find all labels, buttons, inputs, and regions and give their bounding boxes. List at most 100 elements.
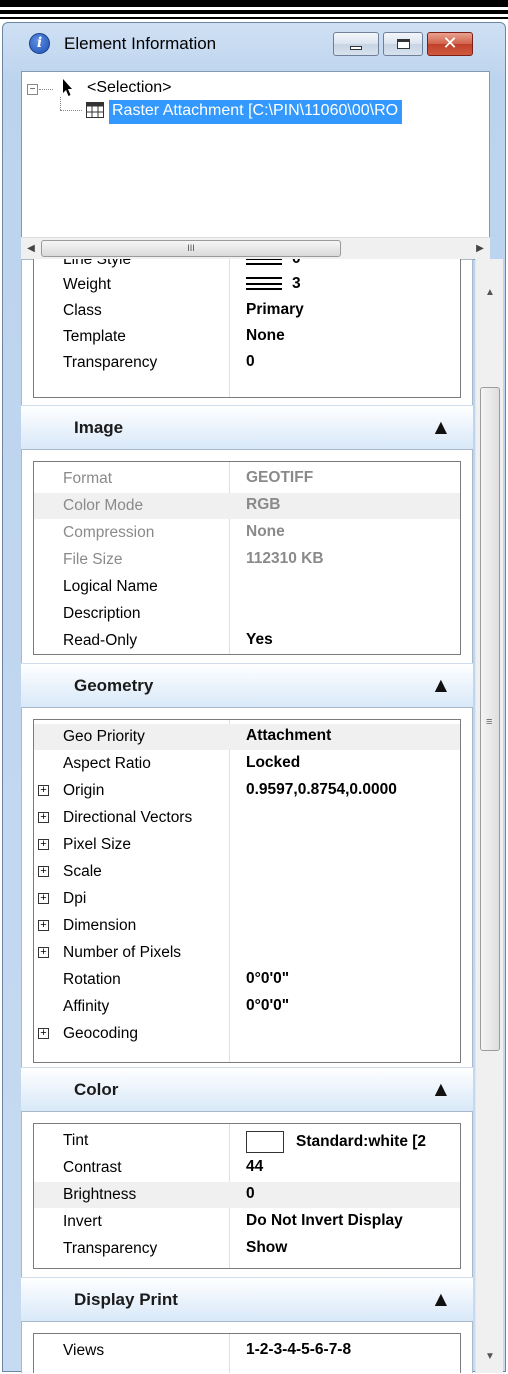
title-bar[interactable]: i Element Information ✕ bbox=[3, 23, 505, 65]
scroll-up-icon[interactable]: ▲ bbox=[476, 287, 504, 307]
property-row-transparency[interactable]: Transparency 0 bbox=[34, 350, 460, 376]
plus-box-icon[interactable]: + bbox=[38, 893, 49, 904]
property-row-color-mode[interactable]: Color Mode RGB bbox=[34, 493, 460, 519]
color-section-header[interactable]: Color ▲ bbox=[21, 1067, 473, 1111]
properties-pane: Line Style 0 Weight 3 Class Primary Temp… bbox=[21, 259, 473, 1373]
maximize-button[interactable] bbox=[383, 32, 423, 56]
scroll-right-icon[interactable]: ▶ bbox=[470, 238, 490, 260]
display-print-card: Views 1-2-3-4-5-6-7-8 bbox=[21, 1321, 473, 1373]
property-value: 3 bbox=[246, 275, 301, 293]
property-key: Class bbox=[63, 302, 102, 319]
horizontal-scroll-thumb[interactable]: III bbox=[41, 240, 341, 257]
color-properties: Tint Standard:white [2 Contrast 44 Brightn… bbox=[33, 1123, 461, 1269]
tree-horizontal-scrollbar[interactable]: ◀ III ▶ bbox=[21, 237, 490, 259]
property-value: None bbox=[246, 327, 285, 344]
property-row-number-of-pixels[interactable]: + Number of Pixels bbox=[34, 940, 460, 966]
color-swatch-icon bbox=[246, 1131, 284, 1153]
property-value: 0 bbox=[246, 353, 255, 370]
geometry-properties: Geo Priority Attachment Aspect Ratio Locke… bbox=[33, 719, 461, 1063]
property-value: Primary bbox=[246, 301, 304, 318]
property-row-transparency[interactable]: Transparency Show bbox=[34, 1236, 460, 1262]
image-properties: Format GEOTIFF Color Mode RGB Compression N… bbox=[33, 461, 461, 655]
property-row-contrast[interactable]: Contrast 44 bbox=[34, 1155, 460, 1181]
property-row-invert[interactable]: Invert Do Not Invert Display bbox=[34, 1209, 460, 1235]
plus-box-icon[interactable]: + bbox=[38, 1028, 49, 1039]
properties-vertical-scrollbar[interactable]: ▲ ≡ ▼ bbox=[475, 259, 503, 1373]
grip-icon: ≡ bbox=[486, 716, 493, 728]
image-section-header[interactable]: Image ▲ bbox=[21, 405, 473, 449]
scroll-left-icon[interactable]: ◀ bbox=[21, 238, 41, 260]
property-row-geocoding[interactable]: + Geocoding bbox=[34, 1021, 460, 1047]
property-row-weight[interactable]: Weight 3 bbox=[34, 272, 460, 298]
property-row-scale[interactable]: + Scale bbox=[34, 859, 460, 885]
property-row-compression[interactable]: Compression None bbox=[34, 520, 460, 546]
line-style-swatch-icon bbox=[246, 259, 282, 266]
property-row-line-style[interactable]: Line Style 0 bbox=[34, 259, 460, 273]
property-row-logical-name[interactable]: Logical Name bbox=[34, 574, 460, 600]
plus-box-icon[interactable]: + bbox=[38, 812, 49, 823]
property-value: Standard:white [2 bbox=[246, 1131, 426, 1153]
chevron-up-icon[interactable]: ▲ bbox=[435, 417, 447, 436]
display-print-properties: Views 1-2-3-4-5-6-7-8 bbox=[33, 1333, 461, 1373]
property-key: Weight bbox=[63, 276, 111, 293]
property-row-dpi[interactable]: + Dpi bbox=[34, 886, 460, 912]
scroll-down-icon[interactable]: ▼ bbox=[476, 1351, 504, 1371]
display-print-section-header[interactable]: Display Print ▲ bbox=[21, 1277, 473, 1321]
tree-root-label[interactable]: <Selection> bbox=[87, 79, 172, 97]
section-title: Image bbox=[74, 418, 124, 437]
property-row-tint[interactable]: Tint Standard:white [2 bbox=[34, 1128, 460, 1154]
screen-top-border bbox=[0, 0, 508, 24]
minimize-icon bbox=[350, 46, 362, 50]
section-title: Color bbox=[74, 1080, 119, 1099]
plus-box-icon[interactable]: + bbox=[38, 839, 49, 850]
property-row-file-size[interactable]: File Size 112310 KB bbox=[34, 547, 460, 573]
property-row-brightness[interactable]: Brightness 0 bbox=[34, 1182, 460, 1208]
image-card: Format GEOTIFF Color Mode RGB Compression N… bbox=[21, 449, 473, 667]
property-row-geo-priority[interactable]: Geo Priority Attachment bbox=[34, 724, 460, 750]
property-row-pixel-size[interactable]: + Pixel Size bbox=[34, 832, 460, 858]
window-title: Element Information bbox=[64, 34, 217, 53]
property-row-aspect-ratio[interactable]: Aspect Ratio Locked bbox=[34, 751, 460, 777]
plus-box-icon[interactable]: + bbox=[38, 785, 49, 796]
color-card: Tint Standard:white [2 Contrast 44 Brightn… bbox=[21, 1111, 473, 1281]
property-row-dimension[interactable]: + Dimension bbox=[34, 913, 460, 939]
property-row-directional-vectors[interactable]: + Directional Vectors bbox=[34, 805, 460, 831]
property-key: Transparency bbox=[63, 354, 158, 371]
plus-box-icon[interactable]: + bbox=[38, 920, 49, 931]
collapse-tree-icon[interactable]: − bbox=[27, 84, 38, 95]
vertical-scroll-thumb[interactable]: ≡ bbox=[480, 387, 500, 1051]
plus-box-icon[interactable]: + bbox=[38, 866, 49, 877]
property-row-format[interactable]: Format GEOTIFF bbox=[34, 466, 460, 492]
plus-box-icon[interactable]: + bbox=[38, 947, 49, 958]
property-row-read-only[interactable]: Read-Only Yes bbox=[34, 628, 460, 654]
close-button[interactable]: ✕ bbox=[427, 32, 473, 56]
property-key: Template bbox=[63, 328, 126, 345]
element-information-window: i Element Information ✕ − <Selection> Ra… bbox=[2, 22, 506, 1373]
property-row-views[interactable]: Views 1-2-3-4-5-6-7-8 bbox=[34, 1338, 460, 1364]
section-title: Geometry bbox=[74, 676, 154, 695]
raster-grid-icon bbox=[86, 102, 104, 118]
property-row-description[interactable]: Description bbox=[34, 601, 460, 627]
selection-cursor-icon bbox=[63, 79, 72, 96]
section-title: Display Print bbox=[74, 1290, 178, 1309]
general-properties: Line Style 0 Weight 3 Class Primary Temp… bbox=[33, 259, 461, 398]
property-row-rotation[interactable]: Rotation 0°0'0" bbox=[34, 967, 460, 993]
geometry-card: Geo Priority Attachment Aspect Ratio Locke… bbox=[21, 707, 473, 1071]
general-card: Line Style 0 Weight 3 Class Primary Temp… bbox=[21, 259, 473, 407]
tree-item-raster-attachment[interactable]: Raster Attachment [C:\PIN\11060\00\RO bbox=[109, 100, 403, 124]
chevron-up-icon[interactable]: ▲ bbox=[435, 1079, 447, 1098]
chevron-up-icon[interactable]: ▲ bbox=[435, 1289, 447, 1308]
close-icon: ✕ bbox=[442, 33, 458, 54]
property-value: 0 bbox=[246, 259, 301, 268]
property-key: Line Style bbox=[63, 259, 132, 268]
selection-tree[interactable]: − <Selection> Raster Attachment [C:\PIN\… bbox=[21, 71, 490, 260]
maximize-icon bbox=[397, 39, 410, 49]
property-row-class[interactable]: Class Primary bbox=[34, 298, 460, 324]
property-row-origin[interactable]: + Origin 0.9597,0.8754,0.0000 bbox=[34, 778, 460, 804]
line-weight-swatch-icon bbox=[246, 277, 282, 291]
property-row-template[interactable]: Template None bbox=[34, 324, 460, 350]
property-row-affinity[interactable]: Affinity 0°0'0" bbox=[34, 994, 460, 1020]
chevron-up-icon[interactable]: ▲ bbox=[435, 675, 447, 694]
geometry-section-header[interactable]: Geometry ▲ bbox=[21, 663, 473, 707]
minimize-button[interactable] bbox=[333, 32, 379, 56]
